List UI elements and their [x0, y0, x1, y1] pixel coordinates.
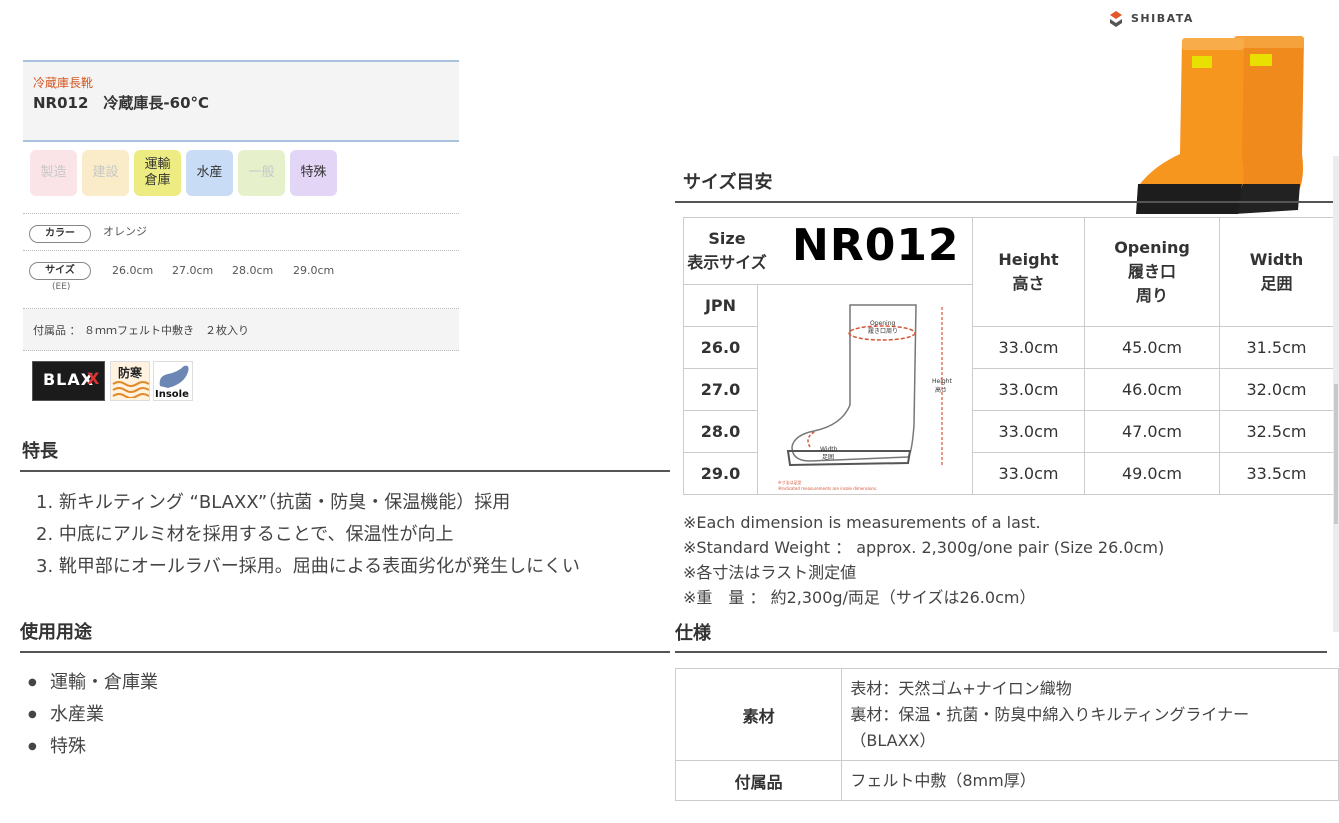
feature-item: 2. 中底にアルミ材を採用することで、保温性が向上 [36, 524, 454, 545]
width-cell: 32.0cm [1219, 368, 1334, 411]
tag-special[interactable]: 特殊 [290, 150, 337, 196]
tag-transport-warehouse[interactable]: 運輸 倉庫 [134, 150, 181, 196]
size-cell: 29.0 [683, 452, 758, 495]
size-notes: ※Each dimension is measurements of a las… [683, 510, 1164, 610]
size-guide-title: サイズ目安 [683, 172, 773, 193]
width-header: Width 足囲 [1219, 217, 1334, 327]
usage-item: 運輸・倉庫業 [28, 667, 158, 699]
boot-measurement-diagram: Opening 履き口周り Height 高さ Width 足囲 ※寸法は足型 … [778, 304, 952, 491]
note-line: ※Standard Weight ： approx. 2,300g/one pa… [683, 538, 1165, 557]
blax-badge: BLAX X [32, 361, 105, 401]
usage-title: 使用用途 [20, 622, 92, 643]
color-row: カラー オレンジ [23, 213, 459, 251]
svg-text:Opening: Opening [870, 320, 895, 327]
size-cell: 27.0 [683, 368, 758, 411]
spec-value: フェルト中敷（8mm厚） [841, 760, 1339, 801]
opening-cell: 46.0cm [1084, 368, 1220, 411]
size-table: Size 表示サイズ NR012 Height 高さ Opening 履き口 周り W… [683, 217, 1334, 495]
color-value: オレンジ [103, 225, 147, 238]
accessory-text: 付属品 ： ８ｍｍフェルト中敷き ２枚入り [33, 324, 249, 337]
size-header-jp: 表示サイズ [687, 253, 767, 272]
cold-protection-badge: 防寒 [110, 361, 150, 401]
tag-general[interactable]: 一般 [238, 150, 285, 196]
note-line: ※各寸法はラスト測定値 [683, 563, 857, 582]
note-line: ※Each dimension is measurements of a las… [683, 513, 1041, 532]
spec-value: 表材：天然ゴム+ナイロン織物 裏材：保温・抗菌・防臭中綿入りキルティングライナー… [841, 668, 1339, 761]
scrollbar-thumb[interactable] [1334, 384, 1338, 524]
size-pill: サイズ [29, 262, 91, 280]
usage-item: 水産業 [28, 699, 104, 731]
opening-cell: 45.0cm [1084, 326, 1220, 369]
product-header: 冷蔵庫長靴 NR012 冷蔵庫長-60°C [23, 60, 459, 142]
model-number: NR012 [792, 220, 960, 271]
tag-manufacturing[interactable]: 製造 [30, 150, 77, 196]
heat-wave-icon [112, 381, 149, 398]
svg-text:足囲: 足囲 [822, 454, 834, 461]
spec-key: 付属品 [674, 760, 843, 801]
features-title: 特長 [22, 441, 58, 462]
svg-text:Height: Height [932, 378, 952, 385]
boot-diagram-cell: Opening 履き口周り Height 高さ Width 足囲 ※寸法は足型 … [757, 284, 973, 495]
spec-title: 仕様 [675, 623, 711, 644]
product-category: 冷蔵庫長靴 [33, 76, 94, 90]
spec-table: 素材 表材：天然ゴム+ナイロン織物 裏材：保温・抗菌・防臭中綿入りキルティングラ… [674, 668, 1339, 801]
usage-item: 特殊 [28, 731, 86, 763]
tag-fishery[interactable]: 水産 [186, 150, 233, 196]
svg-text:Width: Width [820, 446, 838, 453]
size-option: 29.0cm [293, 264, 335, 277]
feature-item: 3. 靴甲部にオールラバー採用。屈曲による表面劣化が発生しにくい [36, 556, 580, 577]
accessory-row: 付属品 ： ８ｍｍフェルト中敷き ２枚入り [23, 309, 459, 351]
size-header-cell: Size 表示サイズ NR012 [683, 217, 973, 285]
width-cell: 31.5cm [1219, 326, 1334, 369]
size-option: 28.0cm [232, 264, 274, 277]
note-line: ※重 量 ： 約2,300g/両足（サイズは26.0cm） [683, 588, 1036, 607]
features-divider [20, 470, 670, 472]
opening-cell: 47.0cm [1084, 410, 1220, 453]
spec-divider [675, 651, 1327, 653]
shibata-logo-icon [1110, 11, 1122, 27]
industry-tags: 製造 建設 運輸 倉庫 水産 一般 特殊 [30, 150, 337, 196]
size-row: サイズ (EE) 26.0cm 27.0cm 28.0cm 29.0cm [23, 251, 459, 309]
width-cell: 33.5cm [1219, 452, 1334, 495]
width-cell: 32.5cm [1219, 410, 1334, 453]
feature-item: 1. 新キルティング “BLAXX”（抗菌・防臭・保温機能）採用 [36, 492, 511, 513]
usage-divider [20, 651, 670, 653]
size-cell: 26.0 [683, 326, 758, 369]
height-cell: 33.0cm [972, 368, 1085, 411]
svg-text:※寸法は足型: ※寸法は足型 [778, 479, 801, 485]
insole-icon [159, 365, 189, 388]
svg-text:履き口周り: 履き口周り [868, 328, 898, 335]
size-header-en: Size [708, 229, 746, 248]
size-width-code: (EE) [52, 282, 71, 292]
svg-text:※Indicated measurements are in: ※Indicated measurements are insole dimen… [778, 486, 877, 491]
height-header: Height 高さ [972, 217, 1085, 327]
size-option: 26.0cm [112, 264, 154, 277]
svg-text:高さ: 高さ [935, 386, 947, 394]
tag-construction[interactable]: 建設 [82, 150, 129, 196]
height-cell: 33.0cm [972, 452, 1085, 495]
jpn-header: JPN [683, 284, 758, 327]
opening-header: Opening 履き口 周り [1084, 217, 1220, 327]
spec-key: 素材 [674, 668, 843, 761]
height-cell: 33.0cm [972, 326, 1085, 369]
size-option: 27.0cm [172, 264, 214, 277]
size-guide-divider [675, 201, 1333, 203]
color-pill: カラー [29, 225, 91, 243]
boots-image [1136, 36, 1304, 214]
opening-cell: 49.0cm [1084, 452, 1220, 495]
product-title: NR012 冷蔵庫長-60°C [33, 94, 210, 112]
insole-badge: Insole [153, 361, 193, 401]
size-cell: 28.0 [683, 410, 758, 453]
height-cell: 33.0cm [972, 410, 1085, 453]
